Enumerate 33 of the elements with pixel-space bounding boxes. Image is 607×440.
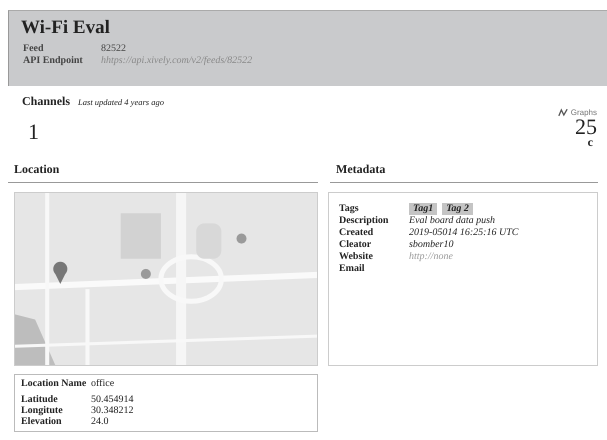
field-label: Feed [23,43,45,55]
tag-chip[interactable]: Tag 2 [442,203,473,215]
field-label: Created [339,227,374,239]
field-value: 24.0 [91,416,110,427]
channel-count: 1 [28,119,40,145]
field-label: Description [339,215,390,227]
field-label: Longitute [21,405,64,416]
section-title: Location [8,159,318,183]
field-label: Website [339,251,374,263]
website-link[interactable]: http://none [409,251,453,263]
field-value: 82522 [101,43,127,55]
graphs-link[interactable]: Graphs [558,108,597,117]
field-label: Tags [339,203,360,215]
tag-chip[interactable]: Tag1 [409,203,438,215]
field-label: API Endpoint [23,55,84,67]
channel-value: 25 [575,117,597,137]
field-value: Eval board data push [409,215,496,227]
field-value: office [91,378,114,389]
field-label: Elevation [21,416,63,427]
update-note: Last updated 4 years ago [78,97,164,107]
field-label: Location Name [21,378,88,389]
graph-icon [558,108,568,117]
section-title: Channels [22,94,70,109]
field-value: 30.348212 [91,405,134,416]
field-label: Email [339,263,366,275]
section-title: Metadata [330,159,598,183]
field-label: Cleator [339,239,372,251]
field-value: sbomber10 [409,239,454,251]
field-value: 50.454914 [91,394,134,405]
field-label: Latitude [21,394,59,405]
field-value: 2019-05014 16:25:16 UTC [409,227,518,239]
feed-title: Wi-Fi Eval [21,17,111,39]
channel-unit: c [588,137,593,147]
